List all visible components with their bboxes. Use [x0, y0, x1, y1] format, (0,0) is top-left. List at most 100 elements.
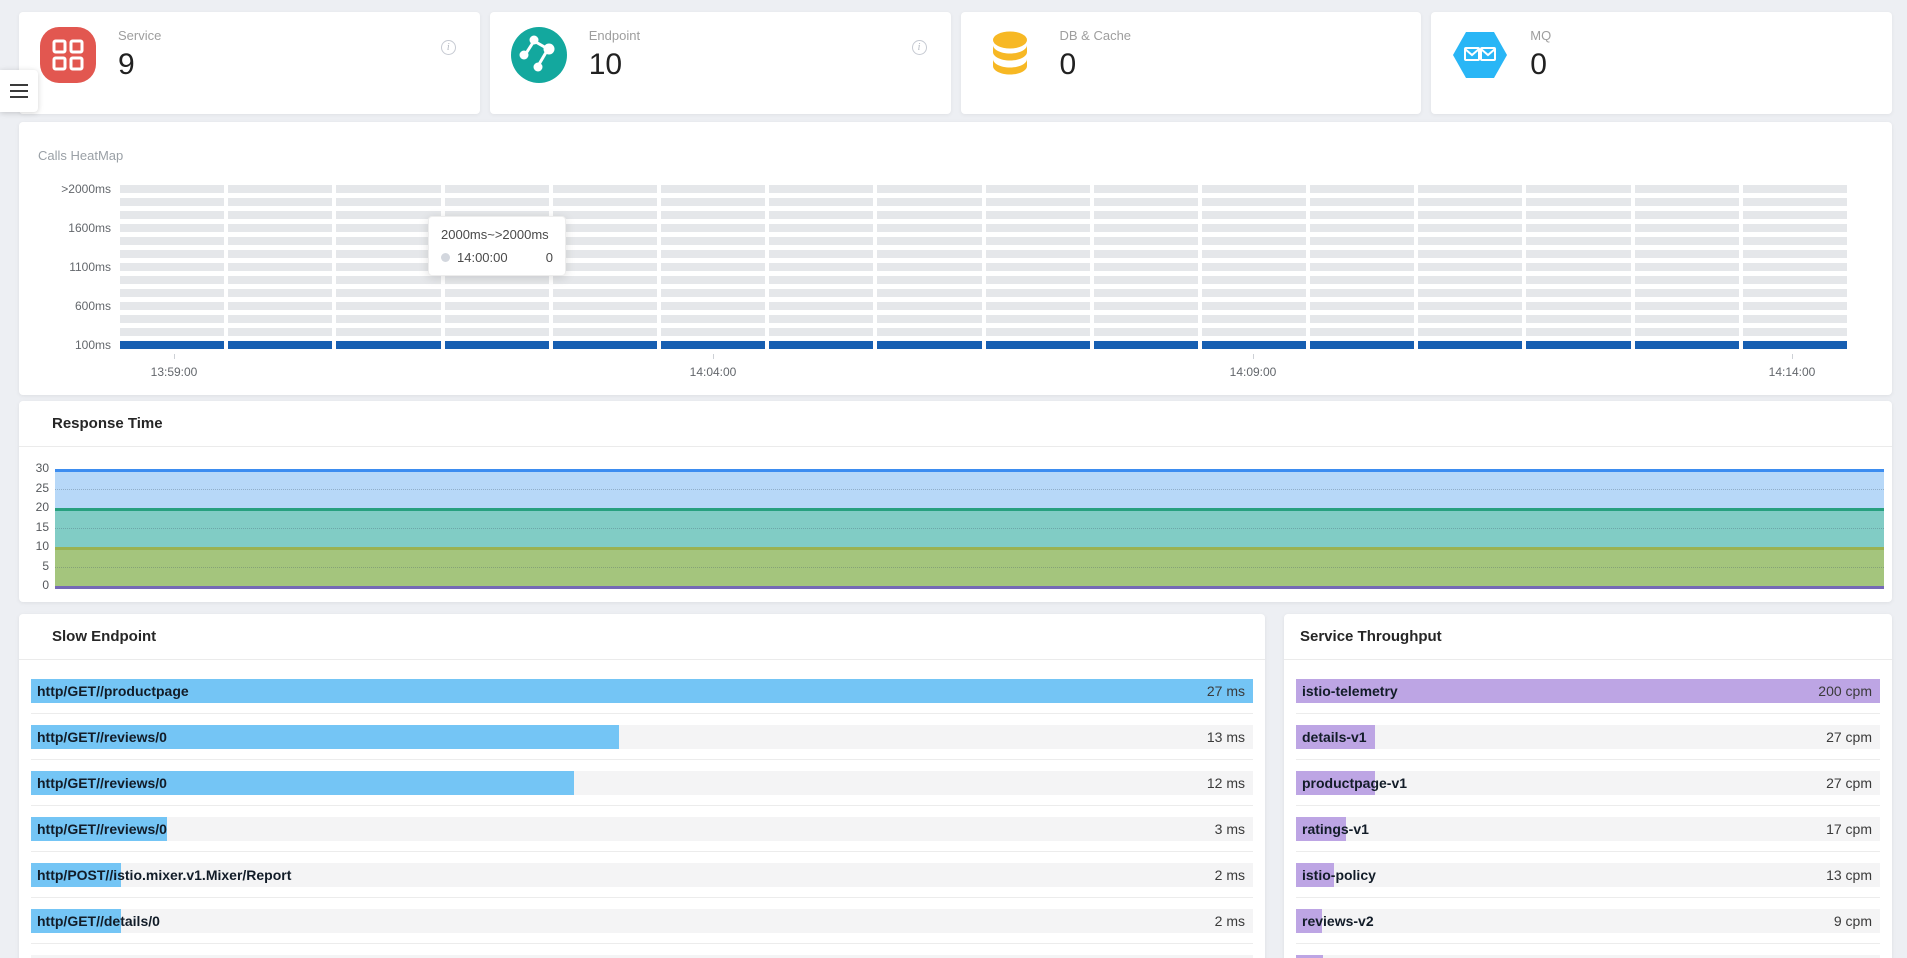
list-item[interactable]: details-v127 cpm	[1296, 725, 1880, 771]
heatmap-cell[interactable]	[553, 328, 657, 336]
heatmap-cell[interactable]	[1202, 302, 1306, 310]
heatmap-cell[interactable]	[228, 250, 332, 258]
heatmap-cell[interactable]	[120, 198, 224, 206]
heatmap-cell[interactable]	[1743, 341, 1847, 349]
heatmap-cell[interactable]	[877, 224, 981, 232]
heatmap-cell[interactable]	[769, 341, 873, 349]
heatmap-cell[interactable]	[1094, 250, 1198, 258]
heatmap-cell[interactable]	[1202, 289, 1306, 297]
heatmap-cell[interactable]	[1202, 276, 1306, 284]
heatmap-cell[interactable]	[1202, 224, 1306, 232]
heatmap-cell[interactable]	[553, 263, 657, 271]
heatmap-cell[interactable]	[553, 302, 657, 310]
heatmap-cell[interactable]	[1418, 185, 1522, 193]
heatmap-cell[interactable]	[769, 211, 873, 219]
heatmap-cell[interactable]	[336, 302, 440, 310]
heatmap-cell[interactable]	[228, 185, 332, 193]
heatmap-cell[interactable]	[553, 250, 657, 258]
heatmap-cell[interactable]	[661, 211, 765, 219]
heatmap-cell[interactable]	[661, 289, 765, 297]
heatmap-cell[interactable]	[986, 237, 1090, 245]
list-item[interactable]: http/GET//productpage27 ms	[31, 679, 1253, 725]
list-item[interactable]: http/GET//details/02 ms	[31, 909, 1253, 955]
heatmap-cell[interactable]	[228, 341, 332, 349]
heatmap-cell[interactable]	[1202, 237, 1306, 245]
heatmap-cell[interactable]	[336, 328, 440, 336]
heatmap-cell[interactable]	[1310, 211, 1414, 219]
heatmap-cell[interactable]	[1418, 224, 1522, 232]
heatmap-cell[interactable]	[1526, 198, 1630, 206]
heatmap-cell[interactable]	[1418, 302, 1522, 310]
heatmap-cell[interactable]	[769, 185, 873, 193]
heatmap-cell[interactable]	[120, 250, 224, 258]
heatmap-cell[interactable]	[228, 276, 332, 284]
heatmap-cell[interactable]	[228, 237, 332, 245]
heatmap-cell[interactable]	[1743, 302, 1847, 310]
heatmap-cell[interactable]	[661, 315, 765, 323]
heatmap-cell[interactable]	[228, 198, 332, 206]
heatmap-cell[interactable]	[336, 263, 440, 271]
heatmap-cell[interactable]	[1743, 237, 1847, 245]
heatmap-cell[interactable]	[1094, 341, 1198, 349]
heatmap-cell[interactable]	[1202, 211, 1306, 219]
heatmap-cell[interactable]	[661, 250, 765, 258]
heatmap-cell[interactable]	[1635, 328, 1739, 336]
list-item[interactable]: http/GET//reviews/03 ms	[31, 817, 1253, 863]
heatmap-cell[interactable]	[769, 289, 873, 297]
heatmap-cell[interactable]	[986, 315, 1090, 323]
heatmap-cell[interactable]	[986, 276, 1090, 284]
heatmap-cell[interactable]	[1635, 224, 1739, 232]
heatmap-cell[interactable]	[1743, 185, 1847, 193]
heatmap-cell[interactable]	[1094, 198, 1198, 206]
heatmap-cell[interactable]	[120, 276, 224, 284]
heatmap-cell[interactable]	[445, 276, 549, 284]
response-time-chart[interactable]	[55, 469, 1884, 589]
list-item[interactable]: ratings-v117 cpm	[1296, 817, 1880, 863]
heatmap-cell[interactable]	[1094, 237, 1198, 245]
heatmap-cell[interactable]	[661, 185, 765, 193]
heatmap-cell[interactable]	[986, 211, 1090, 219]
heatmap-cell[interactable]	[661, 224, 765, 232]
heatmap-cell[interactable]	[336, 224, 440, 232]
heatmap-cell[interactable]	[661, 263, 765, 271]
heatmap-cell[interactable]	[120, 263, 224, 271]
heatmap-cell[interactable]	[120, 224, 224, 232]
heatmap-cell[interactable]	[553, 276, 657, 284]
heatmap-cell[interactable]	[553, 198, 657, 206]
heatmap-cell[interactable]	[336, 198, 440, 206]
heatmap-cell[interactable]	[1635, 263, 1739, 271]
heatmap-cell[interactable]	[986, 302, 1090, 310]
list-item[interactable]: http/POST//istio.mixer.v1.Mixer/Report2 …	[31, 863, 1253, 909]
heatmap-cell[interactable]	[1310, 328, 1414, 336]
heatmap-cell[interactable]	[1418, 263, 1522, 271]
heatmap-cell[interactable]	[1418, 341, 1522, 349]
heatmap-cell[interactable]	[1202, 198, 1306, 206]
heatmap-cell[interactable]	[1743, 211, 1847, 219]
heatmap-cell[interactable]	[1526, 315, 1630, 323]
heatmap-cell[interactable]	[1202, 315, 1306, 323]
heatmap-cell[interactable]	[661, 198, 765, 206]
info-icon[interactable]: i	[441, 40, 456, 55]
heatmap-cell[interactable]	[228, 289, 332, 297]
heatmap-cell[interactable]	[1635, 237, 1739, 245]
heatmap-cell[interactable]	[769, 328, 873, 336]
heatmap-cell[interactable]	[336, 185, 440, 193]
heatmap-cell[interactable]	[553, 185, 657, 193]
heatmap-cell[interactable]	[1094, 315, 1198, 323]
heatmap-cell[interactable]	[336, 341, 440, 349]
heatmap-cell[interactable]	[1743, 263, 1847, 271]
heatmap-cell[interactable]	[877, 315, 981, 323]
heatmap-cell[interactable]	[1310, 250, 1414, 258]
heatmap-cell[interactable]	[445, 341, 549, 349]
heatmap-cell[interactable]	[1094, 328, 1198, 336]
heatmap-cell[interactable]	[1094, 211, 1198, 219]
heatmap-cell[interactable]	[986, 328, 1090, 336]
heatmap-cell[interactable]	[661, 341, 765, 349]
heatmap-cell[interactable]	[1635, 276, 1739, 284]
heatmap-cell[interactable]	[1635, 198, 1739, 206]
heatmap-cell[interactable]	[120, 185, 224, 193]
heatmap-cell[interactable]	[1418, 237, 1522, 245]
heatmap-cell[interactable]	[553, 315, 657, 323]
heatmap-cell[interactable]	[1418, 198, 1522, 206]
heatmap-cell[interactable]	[1526, 250, 1630, 258]
